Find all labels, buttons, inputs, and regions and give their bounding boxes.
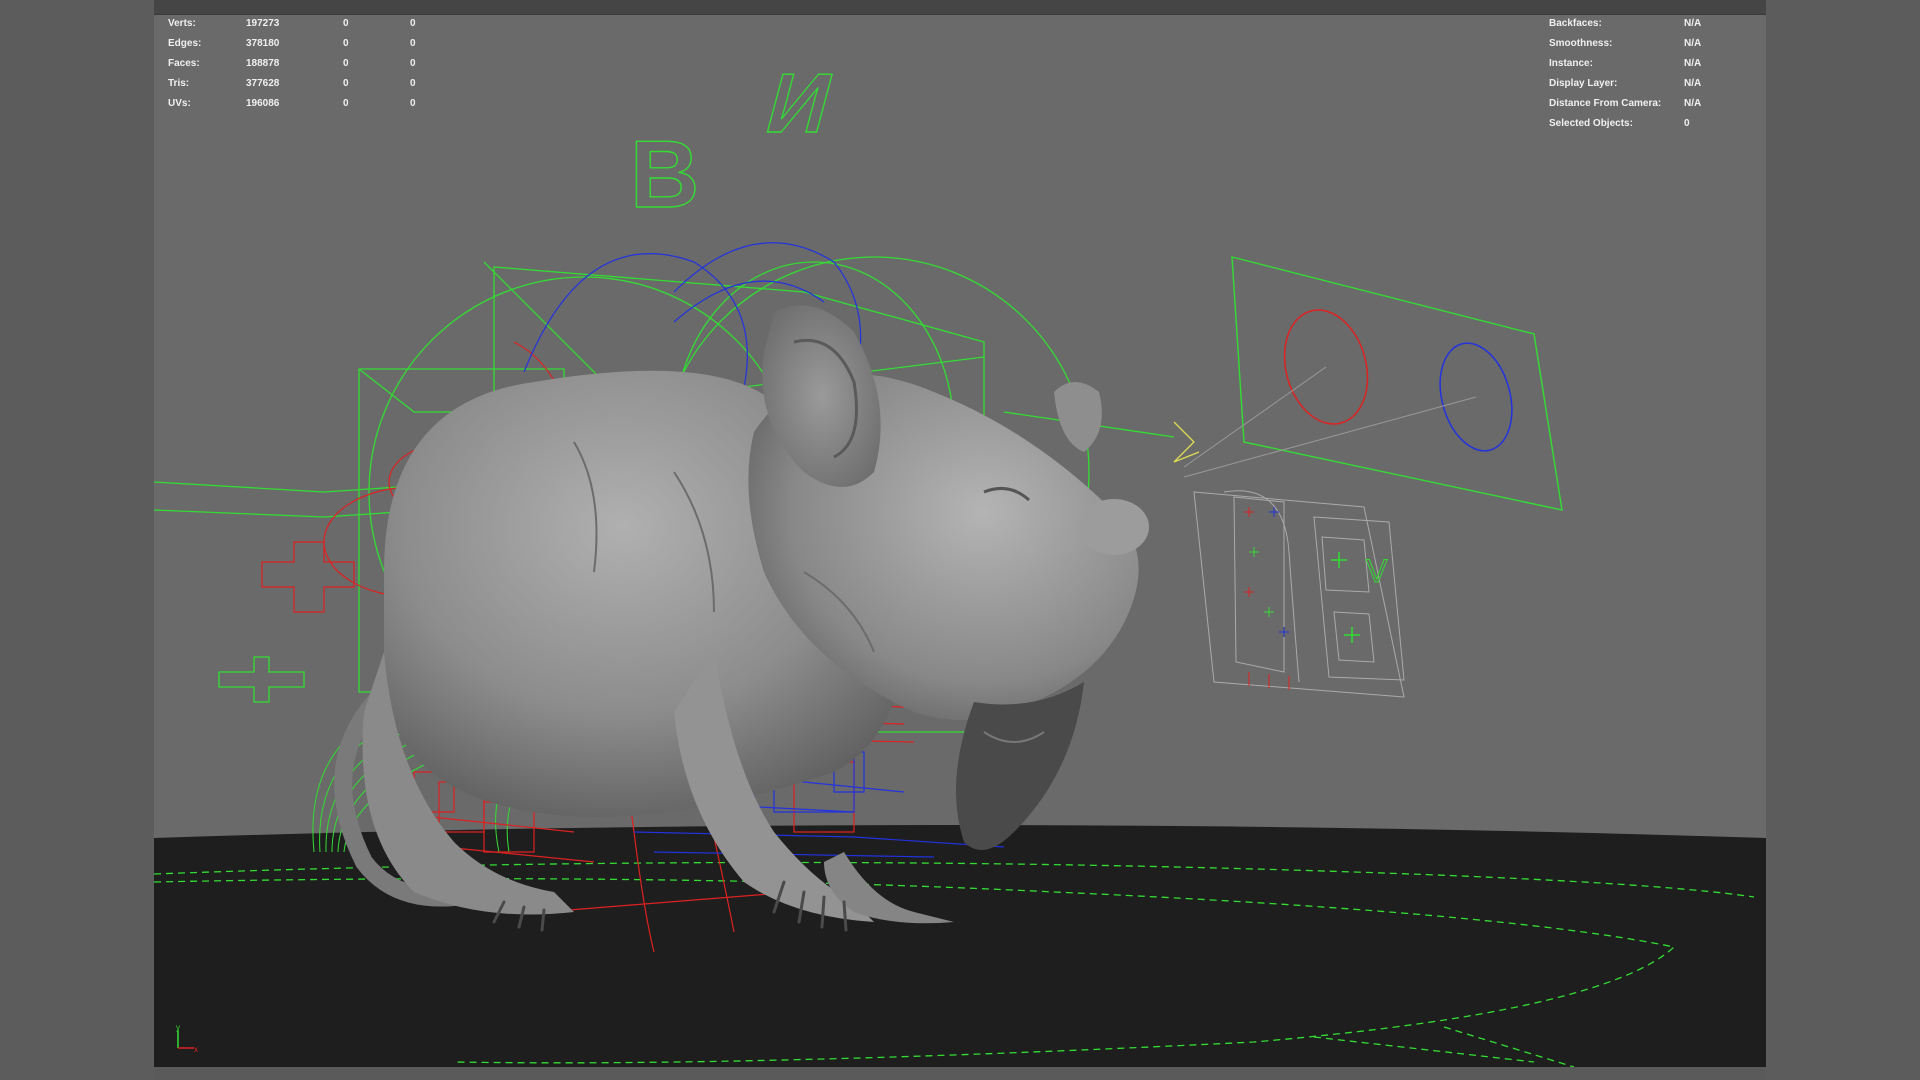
hud-value: N/A: [1684, 18, 1702, 29]
view-axis-gizmo: y x: [176, 1024, 198, 1054]
scene-canvas[interactable]: B И V: [154, 12, 1766, 1067]
viewport-toolbar[interactable]: [154, 0, 1766, 15]
face-control-letters[interactable]: B И: [629, 57, 843, 229]
hud-value-selected: 0: [343, 18, 349, 29]
hud-label: Faces:: [168, 58, 200, 69]
hud-row-selected-objects: Selected Objects: 0: [1549, 114, 1701, 134]
letter-n-control[interactable]: И: [756, 57, 843, 152]
hud-value-triangles: 0: [410, 78, 416, 89]
hud-value: N/A: [1684, 78, 1702, 89]
hud-label: Distance From Camera:: [1549, 98, 1662, 109]
hud-value-selected: 0: [343, 38, 349, 49]
hud-row-tris: Tris: 377628 0 0: [168, 74, 416, 94]
hud-row-display-layer: Display Layer: N/A: [1549, 74, 1701, 94]
hud-value-total: 188878: [246, 58, 280, 69]
hud-value-selected: 0: [343, 58, 349, 69]
3d-viewport[interactable]: B И V Verts: 197273 0 0 Edges: 378180 0 …: [154, 12, 1766, 1067]
hud-row-instance: Instance: N/A: [1549, 54, 1701, 74]
hud-row-backfaces: Backfaces: N/A: [1549, 14, 1701, 34]
hud-label: Selected Objects:: [1549, 118, 1633, 129]
hud-row-smoothness: Smoothness: N/A: [1549, 34, 1701, 54]
hud-row-faces: Faces: 188878 0 0: [168, 54, 416, 74]
hud-label: Backfaces:: [1549, 18, 1602, 29]
eye-target-panel[interactable]: [1173, 256, 1563, 511]
hud-value-selected: 0: [343, 78, 349, 89]
hud-value-total: 197273: [246, 18, 280, 29]
hud-label: Edges:: [168, 38, 202, 49]
window-margin-left: [0, 0, 154, 1080]
hud-value: N/A: [1684, 38, 1702, 49]
hud-value-triangles: 0: [410, 58, 416, 69]
hud-value-selected: 0: [343, 98, 349, 109]
hud-row-distance-from-camera: Distance From Camera: N/A: [1549, 94, 1701, 114]
hud-value: N/A: [1684, 58, 1702, 69]
axis-y-label: y: [176, 1024, 180, 1032]
letter-v-control[interactable]: V: [1366, 553, 1389, 590]
hud-value-total: 377628: [246, 78, 280, 89]
hud-label: UVs:: [168, 98, 191, 109]
hud-row-uvs: UVs: 196086 0 0: [168, 94, 416, 114]
hud-value: N/A: [1684, 98, 1702, 109]
hud-value-triangles: 0: [410, 38, 416, 49]
hud-row-verts: Verts: 197273 0 0: [168, 14, 416, 34]
window-margin-right: [1766, 0, 1920, 1080]
letter-b-control[interactable]: B: [629, 120, 700, 228]
axis-x-label: x: [194, 1045, 198, 1054]
hud-value-triangles: 0: [410, 18, 416, 29]
hud-value-total: 378180: [246, 38, 280, 49]
hud-label: Tris:: [168, 78, 190, 89]
facial-control-board[interactable]: V: [1193, 490, 1405, 698]
hud-value-triangles: 0: [410, 98, 416, 109]
hud-object-details: Backfaces: N/A Smoothness: N/A Instance:…: [1549, 14, 1701, 134]
hud-value: 0: [1684, 118, 1690, 129]
hud-label: Smoothness:: [1549, 38, 1613, 49]
hud-label: Instance:: [1549, 58, 1593, 69]
hud-label: Verts:: [168, 18, 196, 29]
hud-row-edges: Edges: 378180 0 0: [168, 34, 416, 54]
hud-value-total: 196086: [246, 98, 280, 109]
hud-label: Display Layer:: [1549, 78, 1618, 89]
hud-polycount: Verts: 197273 0 0 Edges: 378180 0 0 Face…: [168, 14, 416, 114]
